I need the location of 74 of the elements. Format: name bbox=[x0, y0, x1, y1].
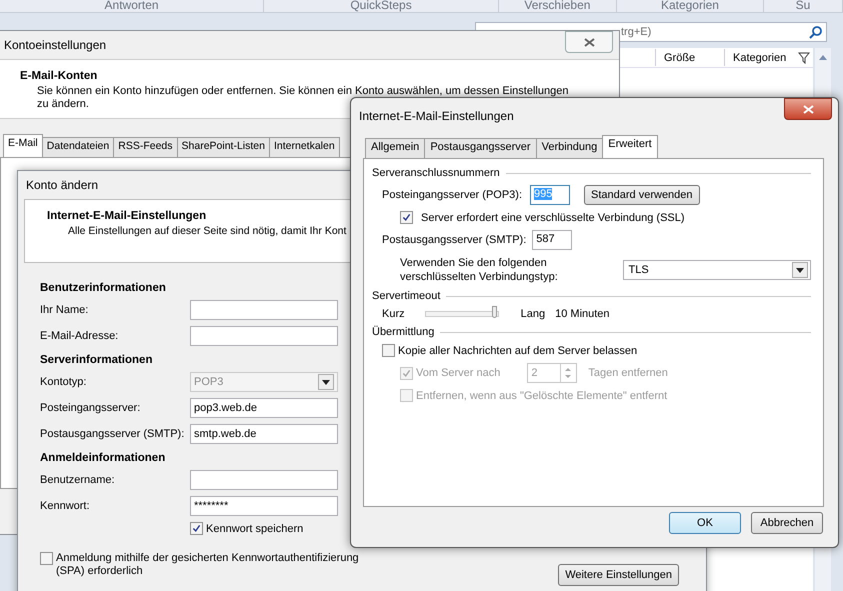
dropdown[interactable]: TLS bbox=[622, 260, 811, 280]
section-heading: Benutzerinformationen bbox=[40, 282, 166, 294]
checkbox-label: Kennwort speichern bbox=[206, 522, 304, 534]
close-button[interactable] bbox=[565, 31, 613, 53]
input-field[interactable] bbox=[190, 470, 338, 490]
description-text: Alle Einstellungen auf dieser Seite sind nötig, damit Ihr Kont bbox=[68, 225, 346, 237]
window-title: Kontoeinstellungen bbox=[4, 38, 106, 52]
field-label: Postausgangsserver (SMTP): bbox=[40, 428, 186, 440]
ribbon-group-label: Antworten bbox=[104, 0, 159, 12]
input-field[interactable] bbox=[190, 326, 338, 346]
slider-label: Kurz bbox=[382, 308, 405, 320]
tab[interactable]: Datendateien bbox=[42, 137, 114, 157]
column-header[interactable]: Größe bbox=[655, 49, 724, 66]
field-label: Ihr Name: bbox=[40, 304, 90, 316]
close-button[interactable] bbox=[784, 98, 832, 120]
search-icon bbox=[809, 26, 822, 38]
timeout-reading: 10 Minuten bbox=[555, 308, 610, 320]
tab[interactable]: Erweitert bbox=[602, 135, 658, 158]
tab[interactable]: Verbindung bbox=[536, 138, 604, 158]
column-header[interactable]: Kategorien bbox=[724, 49, 794, 66]
tab[interactable]: Allgemein bbox=[365, 138, 426, 158]
field-label: Postausgangsserver (SMTP): bbox=[382, 234, 526, 246]
group-title: Serveranschlussnummern bbox=[372, 167, 500, 179]
checkbox[interactable] bbox=[400, 211, 413, 224]
tab[interactable]: RSS-Feeds bbox=[113, 137, 178, 157]
field-label: E-Mail-Adresse: bbox=[40, 330, 120, 342]
caret-icon bbox=[322, 380, 330, 384]
dialog-button[interactable]: Abbrechen bbox=[751, 512, 823, 534]
close-icon bbox=[802, 104, 814, 114]
section-heading: Anmeldeinformationen bbox=[40, 452, 166, 464]
close-icon bbox=[584, 38, 594, 46]
filter-icon[interactable] bbox=[798, 52, 810, 64]
group-title: Übermittlung bbox=[372, 326, 434, 338]
input-field[interactable]: pop3.web.de bbox=[190, 398, 338, 418]
field-label: Benutzername: bbox=[40, 474, 116, 486]
field-label: Posteingangsserver: bbox=[40, 402, 142, 414]
section-heading: Internet-E-Mail-Einstellungen bbox=[47, 210, 206, 222]
checkbox[interactable] bbox=[40, 552, 53, 565]
dialog-button[interactable]: OK bbox=[669, 512, 741, 534]
default-button[interactable]: Standard verwenden bbox=[584, 185, 700, 205]
checkbox-label: Entfernen, wenn aus "Gelöschte Elemente" entfernt bbox=[416, 390, 668, 402]
field-suffix: Tagen entfernen bbox=[588, 367, 668, 379]
ribbon-group-label: Su bbox=[796, 0, 810, 12]
window-title: Konto ändern bbox=[26, 178, 98, 192]
checkbox-label: Anmeldung mithilfe der gesicherten Kennwortauthentifizierung (SPA) erforderlich bbox=[56, 552, 360, 578]
tab[interactable]: E-Mail bbox=[3, 134, 43, 157]
ribbon-group-label: Verschieben bbox=[524, 0, 590, 12]
tab[interactable]: Internetkalen bbox=[268, 137, 340, 157]
field-label: Kontotyp: bbox=[40, 376, 88, 388]
slider-thumb[interactable] bbox=[492, 306, 498, 318]
checkbox[interactable] bbox=[382, 344, 395, 357]
more-settings-button[interactable]: Weitere Einstellungen bbox=[558, 564, 679, 586]
group-title: Servertimeout bbox=[372, 290, 440, 302]
field-label: Verwenden Sie den folgenden verschlüsselten Verbindungstyp: bbox=[399, 256, 559, 284]
caret-icon bbox=[796, 268, 804, 272]
description-text: Sie können ein Konto hinzufügen oder entfernen. Sie können ein Konto auswählen, um dessen Einstellungen zu ändern. bbox=[37, 85, 570, 111]
ribbon-group-label: Kategorien bbox=[660, 0, 719, 12]
section-heading: E-Mail-Konten bbox=[20, 70, 98, 82]
checkbox-label: Kopie aller Nachrichten auf dem Server belassen bbox=[398, 344, 638, 356]
input-field[interactable] bbox=[190, 300, 338, 320]
tab[interactable]: Postausgangsserver bbox=[424, 138, 537, 158]
input-field[interactable]: 587 bbox=[532, 230, 572, 250]
field-label: Posteingangsserver (POP3): bbox=[382, 189, 522, 201]
input-field[interactable]: smtp.web.de bbox=[190, 424, 338, 444]
checkbox[interactable] bbox=[190, 522, 203, 535]
slider-label: Lang bbox=[520, 308, 546, 320]
tab[interactable]: SharePoint-Listen bbox=[176, 137, 270, 157]
field-label: Kennwort: bbox=[40, 500, 91, 512]
checkbox-label: Server erfordert eine verschlüsselte Verbindung (SSL) bbox=[421, 212, 685, 224]
checkbox-label: Vom Server nach bbox=[416, 367, 500, 379]
ribbon-group-label: QuickSteps bbox=[350, 0, 412, 12]
input-field[interactable]: ******** bbox=[190, 496, 338, 516]
window-title: Internet-E-Mail-Einstellungen bbox=[359, 109, 514, 123]
section-heading: Serverinformationen bbox=[40, 354, 152, 366]
